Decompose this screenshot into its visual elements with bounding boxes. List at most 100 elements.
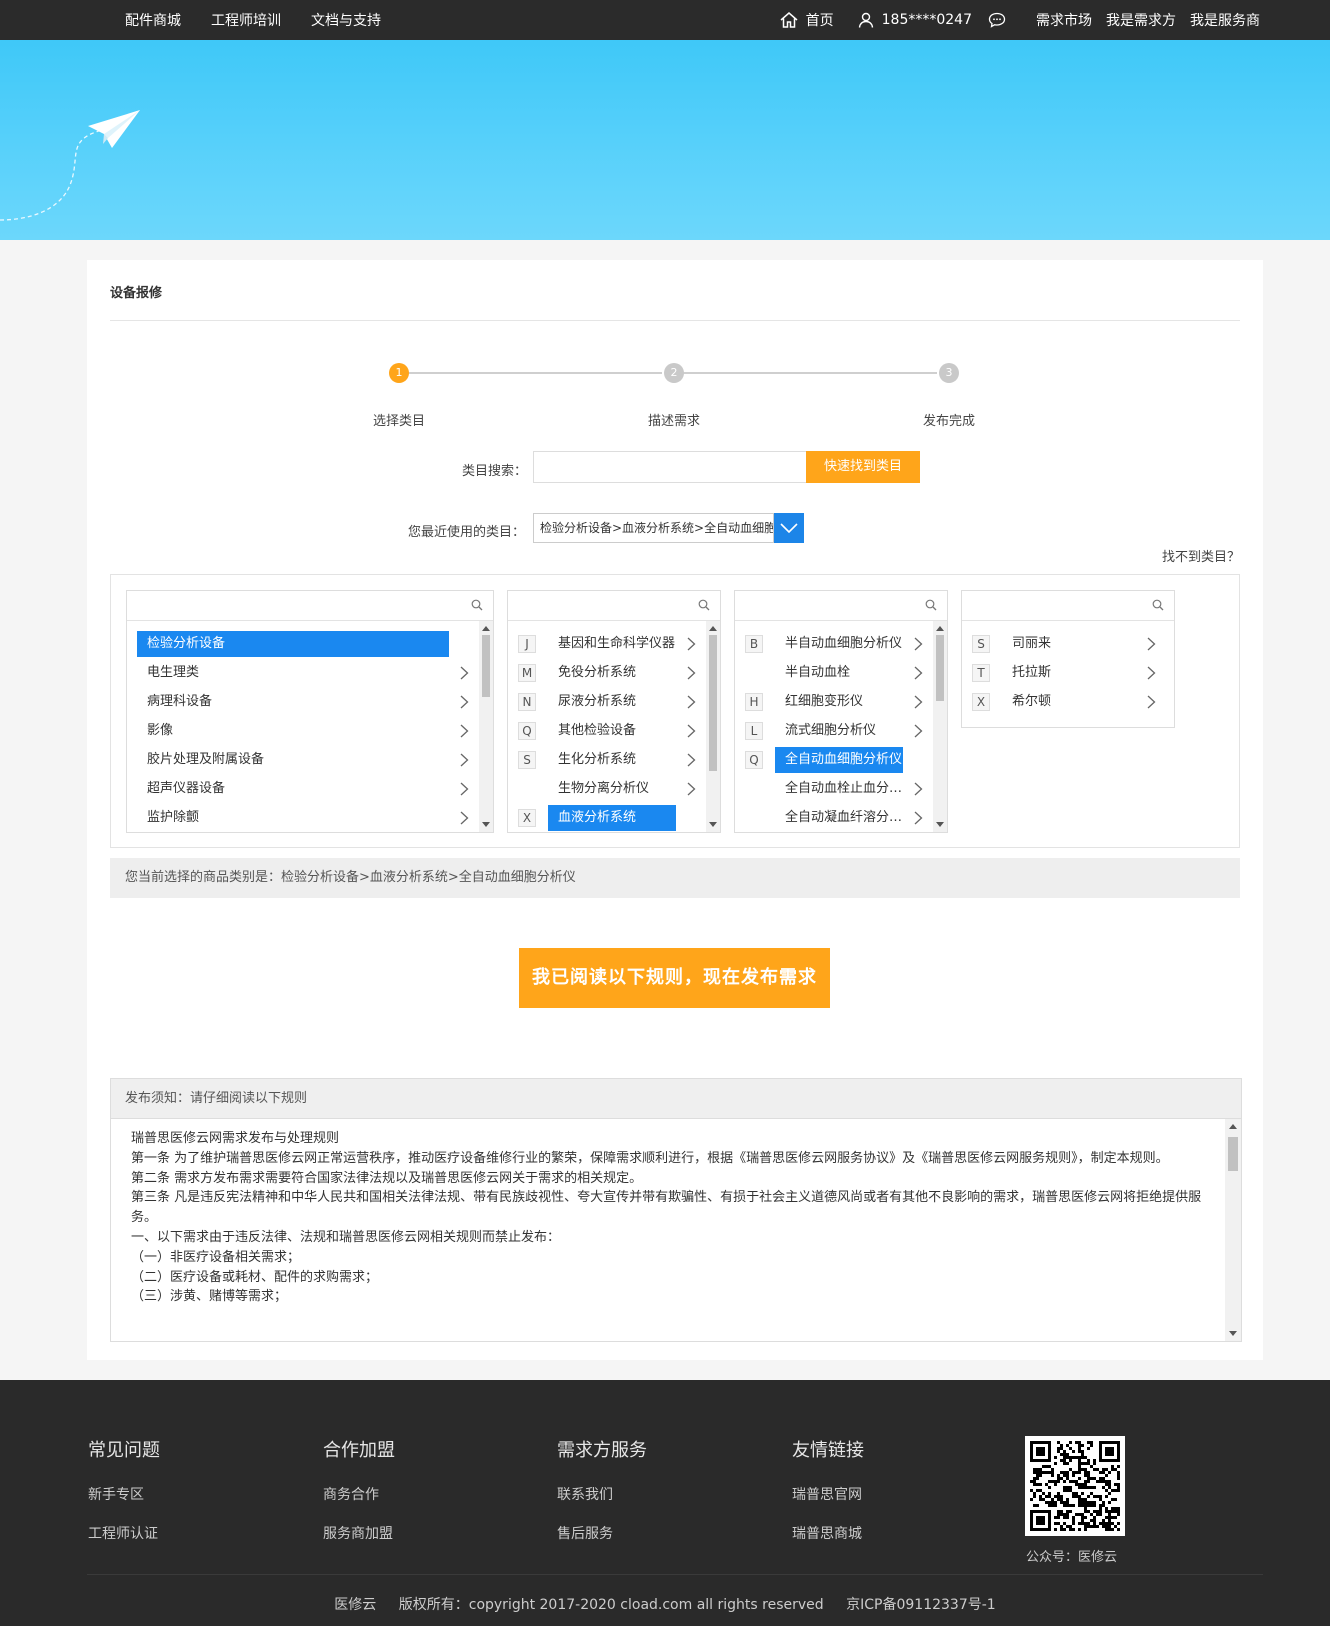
category-item-label: 影像	[147, 723, 174, 738]
footer-link[interactable]: 工程师认证	[88, 1523, 160, 1543]
category-item[interactable]: 监护除颤	[137, 805, 469, 831]
recent-category-dropdown-button[interactable]	[774, 513, 804, 543]
category-item[interactable]: 检验分析设备	[137, 631, 469, 657]
chevron-right-icon	[460, 753, 469, 767]
cannot-find-category-link[interactable]: 找不到类目？	[1162, 546, 1240, 565]
scroll-up-arrow-icon[interactable]	[1229, 1124, 1237, 1129]
category-item[interactable]: Q 其他检验设备	[518, 718, 696, 744]
chevron-wrapper	[903, 782, 923, 796]
category-item[interactable]: H 红细胞变形仪	[745, 689, 923, 715]
category-column-level-4: S 司丽来 T 托拉斯 X 希尔顿	[961, 590, 1175, 728]
footer-link[interactable]: 联系我们	[557, 1484, 647, 1504]
nav-i-am-demander[interactable]: 我是需求方	[1106, 10, 1176, 30]
nav-docs-support[interactable]: 文档与支持	[311, 10, 381, 30]
nav-home[interactable]: 首页	[780, 10, 834, 30]
scroll-down-arrow-icon[interactable]	[482, 822, 490, 827]
chevron-right-icon	[914, 666, 923, 680]
column-scrollbar[interactable]	[706, 621, 720, 832]
step-2-dot: 2	[664, 363, 684, 383]
nav-engineer-training[interactable]: 工程师培训	[211, 10, 281, 30]
category-item[interactable]: M 免役分析系统	[518, 660, 696, 686]
search-icon-wrapper[interactable]	[698, 599, 710, 615]
category-item[interactable]: S 生化分析系统	[518, 747, 696, 773]
category-item[interactable]: 影像	[137, 718, 469, 744]
category-item[interactable]: T 托拉斯	[972, 660, 1156, 686]
chevron-down-icon	[780, 523, 798, 533]
nav-user-account[interactable]: 185****0247	[858, 12, 972, 28]
category-item[interactable]: N 尿液分析系统	[518, 689, 696, 715]
category-item[interactable]: J 基因和生命科学仪器	[518, 631, 696, 657]
scrollbar-thumb[interactable]	[936, 635, 944, 701]
category-list: J 基因和生命科学仪器 M 免役分析系统 N 尿液分析系统 Q 其他检验设备 S 生化分析系统 生物…	[508, 621, 720, 832]
letter-index: J	[518, 635, 536, 653]
chevron-right-icon	[687, 753, 696, 767]
scrollbar-thumb[interactable]	[1228, 1137, 1238, 1171]
scroll-up-arrow-icon[interactable]	[482, 626, 490, 631]
scroll-up-arrow-icon[interactable]	[709, 626, 717, 631]
column-search-input[interactable]	[735, 591, 947, 620]
letter-index: T	[972, 664, 990, 682]
column-scrollbar[interactable]	[933, 621, 947, 832]
category-item[interactable]: S 司丽来	[972, 631, 1156, 657]
category-item[interactable]: L 流式细胞分析仪	[745, 718, 923, 744]
footer-link[interactable]: 瑞普思商城	[792, 1523, 864, 1543]
top-nav-right: 首页 185****0247 需求市场 我是需求方 我是服务商	[766, 0, 1260, 40]
chevron-wrapper	[676, 666, 696, 680]
category-item-label: 全自动凝血纤溶分…	[785, 810, 903, 825]
search-icon-wrapper[interactable]	[1152, 599, 1164, 615]
scroll-down-arrow-icon[interactable]	[936, 822, 944, 827]
category-item[interactable]: 电生理类	[137, 660, 469, 686]
qr-caption: 公众号：医修云	[1026, 1550, 1118, 1565]
scrollbar-thumb[interactable]	[709, 635, 717, 771]
category-column-level-1: 检验分析设备 电生理类病理科设备影像胶片处理及附属设备 超声仪器设备 监护除颤	[126, 590, 494, 833]
column-search-input[interactable]	[508, 591, 720, 620]
scroll-up-arrow-icon[interactable]	[936, 626, 944, 631]
category-item[interactable]: 全自动凝血纤溶分…	[745, 805, 923, 831]
nav-messages[interactable]	[988, 12, 1014, 28]
column-search-input[interactable]	[962, 591, 1174, 620]
category-item[interactable]: 超声仪器设备	[137, 776, 469, 802]
scroll-down-arrow-icon[interactable]	[709, 822, 717, 827]
quick-find-category-button[interactable]: 快速找到类目	[806, 451, 920, 483]
notice-line: （二）医疗设备或耗材、配件的求购需求；	[131, 1269, 379, 1285]
footer-link[interactable]: 服务商加盟	[323, 1523, 395, 1543]
nav-demand-market[interactable]: 需求市场	[1036, 10, 1092, 30]
footer-link[interactable]: 售后服务	[557, 1523, 647, 1543]
nav-parts-mall[interactable]: 配件商城	[125, 10, 181, 30]
column-scrollbar[interactable]	[479, 621, 493, 832]
category-item[interactable]: 生物分离分析仪	[518, 776, 696, 802]
notice-line: 第一条 为了维护瑞普思医修云网正常运营秩序，推动医疗设备维修行业的繁荣，保障需求…	[131, 1150, 1169, 1166]
category-item[interactable]: 半自动血栓	[745, 660, 923, 686]
category-item[interactable]: B 半自动血细胞分析仪	[745, 631, 923, 657]
category-list: B 半自动血细胞分析仪 半自动血栓 H 红细胞变形仪 L 流式细胞分析仪 Q 全自动血细胞分析仪…	[735, 621, 947, 832]
scroll-down-arrow-icon[interactable]	[1229, 1331, 1237, 1336]
footer-link[interactable]: 新手专区	[88, 1484, 160, 1504]
nav-i-am-provider[interactable]: 我是服务商	[1190, 10, 1260, 30]
category-column-level-3: B 半自动血细胞分析仪 半自动血栓 H 红细胞变形仪 L 流式细胞分析仪 Q 全自动血细胞分析仪…	[734, 590, 948, 833]
column-search-input[interactable]	[127, 591, 493, 620]
recent-category-select[interactable]: 检验分析设备>血液分析系统>全自动血细胞分析仪	[533, 513, 774, 543]
footer-link[interactable]: 瑞普思官网	[792, 1484, 864, 1504]
chevron-wrapper	[449, 753, 469, 767]
category-item[interactable]: X 血液分析系统	[518, 805, 696, 831]
category-item[interactable]: 病理科设备	[137, 689, 469, 715]
icp-license: 京ICP备09112337号-1	[846, 1597, 996, 1613]
category-item[interactable]: 全自动血栓止血分…	[745, 776, 923, 802]
category-item[interactable]: X 希尔顿	[972, 689, 1156, 715]
search-icon-wrapper[interactable]	[925, 599, 937, 615]
notice-content[interactable]: 瑞普思医修云网需求发布与处理规则 第一条 为了维护瑞普思医修云网正常运营秩序，推…	[111, 1119, 1225, 1341]
chevron-wrapper	[449, 782, 469, 796]
category-item-label: 全自动血栓止血分…	[785, 781, 903, 796]
category-search-input[interactable]	[533, 451, 807, 483]
letter-index: X	[518, 809, 536, 827]
qr-code	[1025, 1436, 1125, 1536]
chevron-wrapper	[676, 782, 696, 796]
category-item[interactable]: Q 全自动血细胞分析仪	[745, 747, 923, 773]
notice-scrollbar[interactable]	[1225, 1119, 1241, 1341]
category-list: S 司丽来 T 托拉斯 X 希尔顿	[962, 621, 1174, 727]
category-item[interactable]: 胶片处理及附属设备	[137, 747, 469, 773]
scrollbar-thumb[interactable]	[482, 635, 490, 697]
footer-link[interactable]: 商务合作	[323, 1484, 395, 1504]
search-icon-wrapper[interactable]	[471, 599, 483, 615]
publish-demand-button[interactable]: 我已阅读以下规则，现在发布需求	[519, 948, 830, 1008]
